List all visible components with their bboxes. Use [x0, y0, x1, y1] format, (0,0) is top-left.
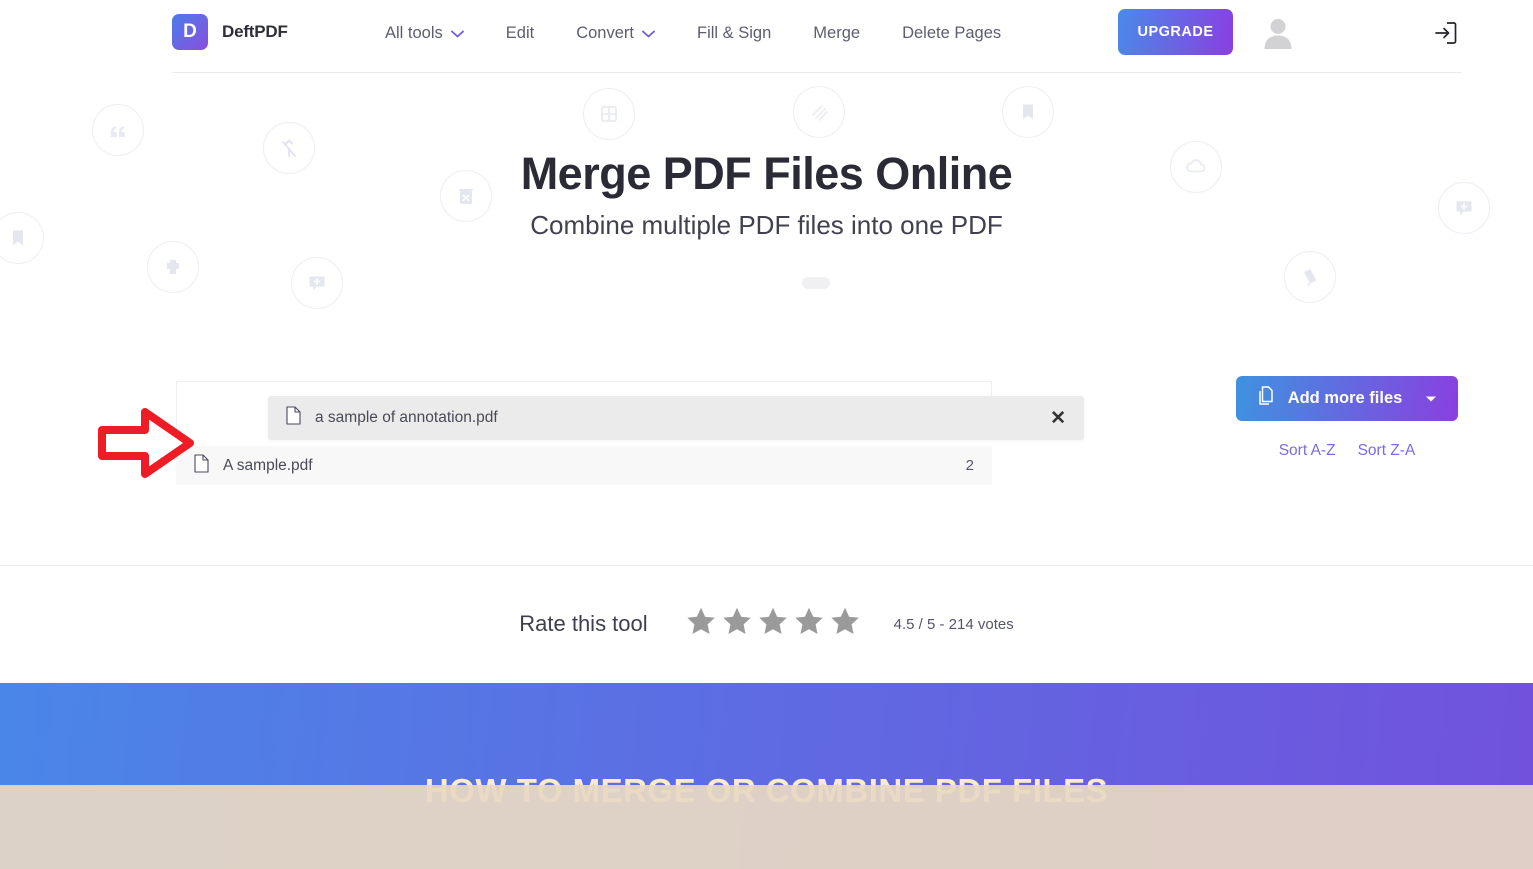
nav-item-label: Merge: [813, 24, 861, 42]
brand-name: DeftPDF: [222, 22, 288, 41]
file-row[interactable]: A sample.pdf 2: [176, 446, 992, 485]
nav-item-merge[interactable]: Merge: [813, 20, 860, 47]
add-more-files-label: Add more files: [1287, 389, 1403, 407]
star-icon[interactable]: [792, 605, 826, 643]
star-icon[interactable]: [720, 605, 754, 643]
brand[interactable]: D DeftPDF: [172, 14, 288, 50]
chevron-down-icon: [642, 30, 655, 38]
sort-links: Sort A-Z Sort Z-A: [1236, 442, 1458, 460]
avatar[interactable]: [1258, 13, 1298, 53]
lines-icon: [793, 86, 845, 138]
annotation-arrow-icon: [97, 406, 195, 480]
file-name: A sample.pdf: [223, 456, 313, 474]
rating-section: Rate this tool 4.5 / 5 - 214 votes: [0, 605, 1533, 643]
close-icon[interactable]: ✕: [1050, 409, 1066, 428]
grid-icon: [583, 88, 635, 140]
nav-item-label: Fill & Sign: [697, 24, 772, 42]
nav-item-label: Edit: [505, 24, 535, 42]
section-divider: [0, 565, 1533, 566]
nav-item-all-tools[interactable]: All tools: [385, 20, 464, 47]
sort-za-link[interactable]: Sort Z-A: [1358, 442, 1416, 460]
star-icon[interactable]: [756, 605, 790, 643]
logout-icon[interactable]: [1432, 20, 1458, 46]
chevron-down-icon: [450, 30, 464, 38]
nav-item-fill-and-sign[interactable]: Fill & Sign: [697, 20, 771, 47]
action-bar: MERGE PDF FILES More options: [0, 785, 1533, 869]
nav-item-delete-pages[interactable]: Delete Pages: [902, 20, 1001, 47]
brand-logo-icon: D: [172, 14, 208, 50]
nav-item-label: Convert: [576, 24, 634, 42]
file-name: a sample of annotation.pdf: [315, 409, 498, 426]
page-title: Merge PDF Files Online: [520, 148, 1013, 199]
header-divider: [172, 72, 1462, 73]
site-header: D DeftPDF All tools Edit Convert Fill & …: [0, 0, 1533, 73]
page-root: D DeftPDF All tools Edit Convert Fill & …: [0, 0, 1533, 869]
chevron-down-icon[interactable]: [1425, 389, 1437, 408]
comment-add-icon: [291, 257, 343, 309]
paint-icon: [1284, 251, 1336, 303]
nav-item-edit[interactable]: Edit: [506, 20, 534, 47]
nav-item-label: Delete Pages: [902, 24, 1002, 42]
nav-item-label: All tools: [385, 24, 443, 42]
copy-files-icon: [1257, 386, 1275, 411]
star-icon[interactable]: [684, 605, 718, 643]
file-page-count: 2: [965, 457, 974, 474]
rating-summary: 4.5 / 5 - 214 votes: [893, 615, 1014, 633]
main-nav: All tools Edit Convert Fill & Sign Merge: [385, 20, 1001, 47]
page-subtitle: Combine multiple PDF files into one PDF: [530, 210, 1003, 240]
add-more-files-button[interactable]: Add more files: [1236, 376, 1458, 421]
puzzle-icon: [147, 241, 199, 293]
sort-az-link[interactable]: Sort A-Z: [1279, 442, 1336, 460]
document-icon: [194, 453, 209, 478]
nav-item-convert[interactable]: Convert: [576, 20, 655, 47]
document-icon: [286, 406, 301, 430]
star-rating[interactable]: [684, 605, 862, 643]
star-icon[interactable]: [828, 605, 862, 643]
hero-pill-decoration: [802, 277, 830, 289]
file-row-dragging[interactable]: a sample of annotation.pdf ✕: [268, 396, 1084, 440]
rate-this-tool-label: Rate this tool: [519, 611, 648, 636]
bookmark-icon: [1002, 86, 1054, 138]
upgrade-button[interactable]: UPGRADE: [1118, 9, 1233, 55]
